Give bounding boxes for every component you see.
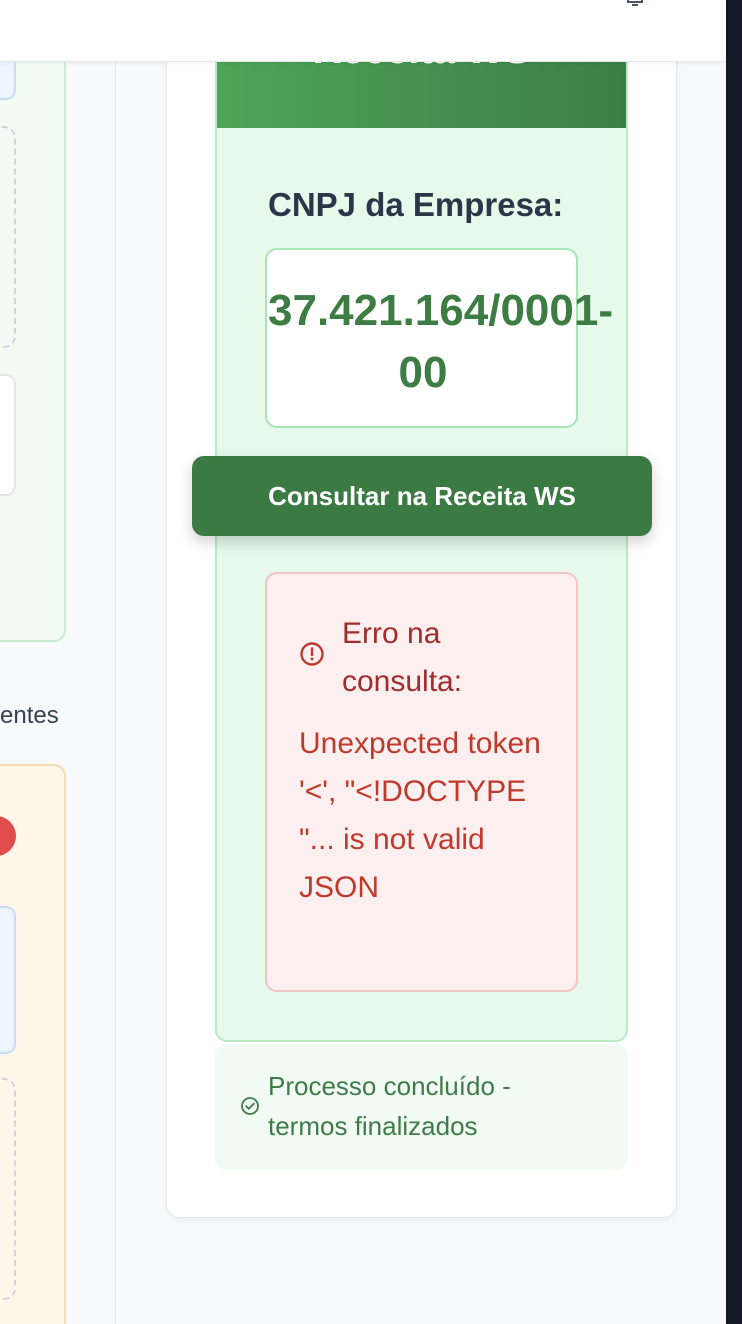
status-text: Processo concluído - termos finalizados	[268, 1071, 511, 1141]
left-blue-card	[0, 906, 16, 1054]
bell-icon[interactable]	[624, 0, 646, 10]
check-circle-icon	[241, 1097, 259, 1115]
alert-circle-icon	[300, 642, 324, 666]
left-section-text: entes	[0, 702, 59, 729]
cnpj-label: CNPJ da Empresa:	[268, 186, 564, 223]
app-viewport: entes Receita WS CNPJ da Empresa: 37.421…	[0, 0, 742, 1324]
error-message: Unexpected token '<', "<!DOCTYPE "... is…	[299, 727, 541, 904]
right-edge-bar	[726, 0, 742, 1324]
top-bar	[0, 0, 726, 62]
left-dropzone-2[interactable]	[0, 1078, 16, 1300]
consultar-receita-button[interactable]: Consultar na Receita WS	[192, 456, 652, 536]
cnpj-value: 37.421.164/0001- 00	[268, 286, 613, 397]
left-dropzone[interactable]	[0, 126, 16, 348]
error-title: Erro na consulta:	[342, 617, 463, 698]
left-white-card	[0, 374, 16, 496]
left-column: entes	[0, 0, 116, 1324]
